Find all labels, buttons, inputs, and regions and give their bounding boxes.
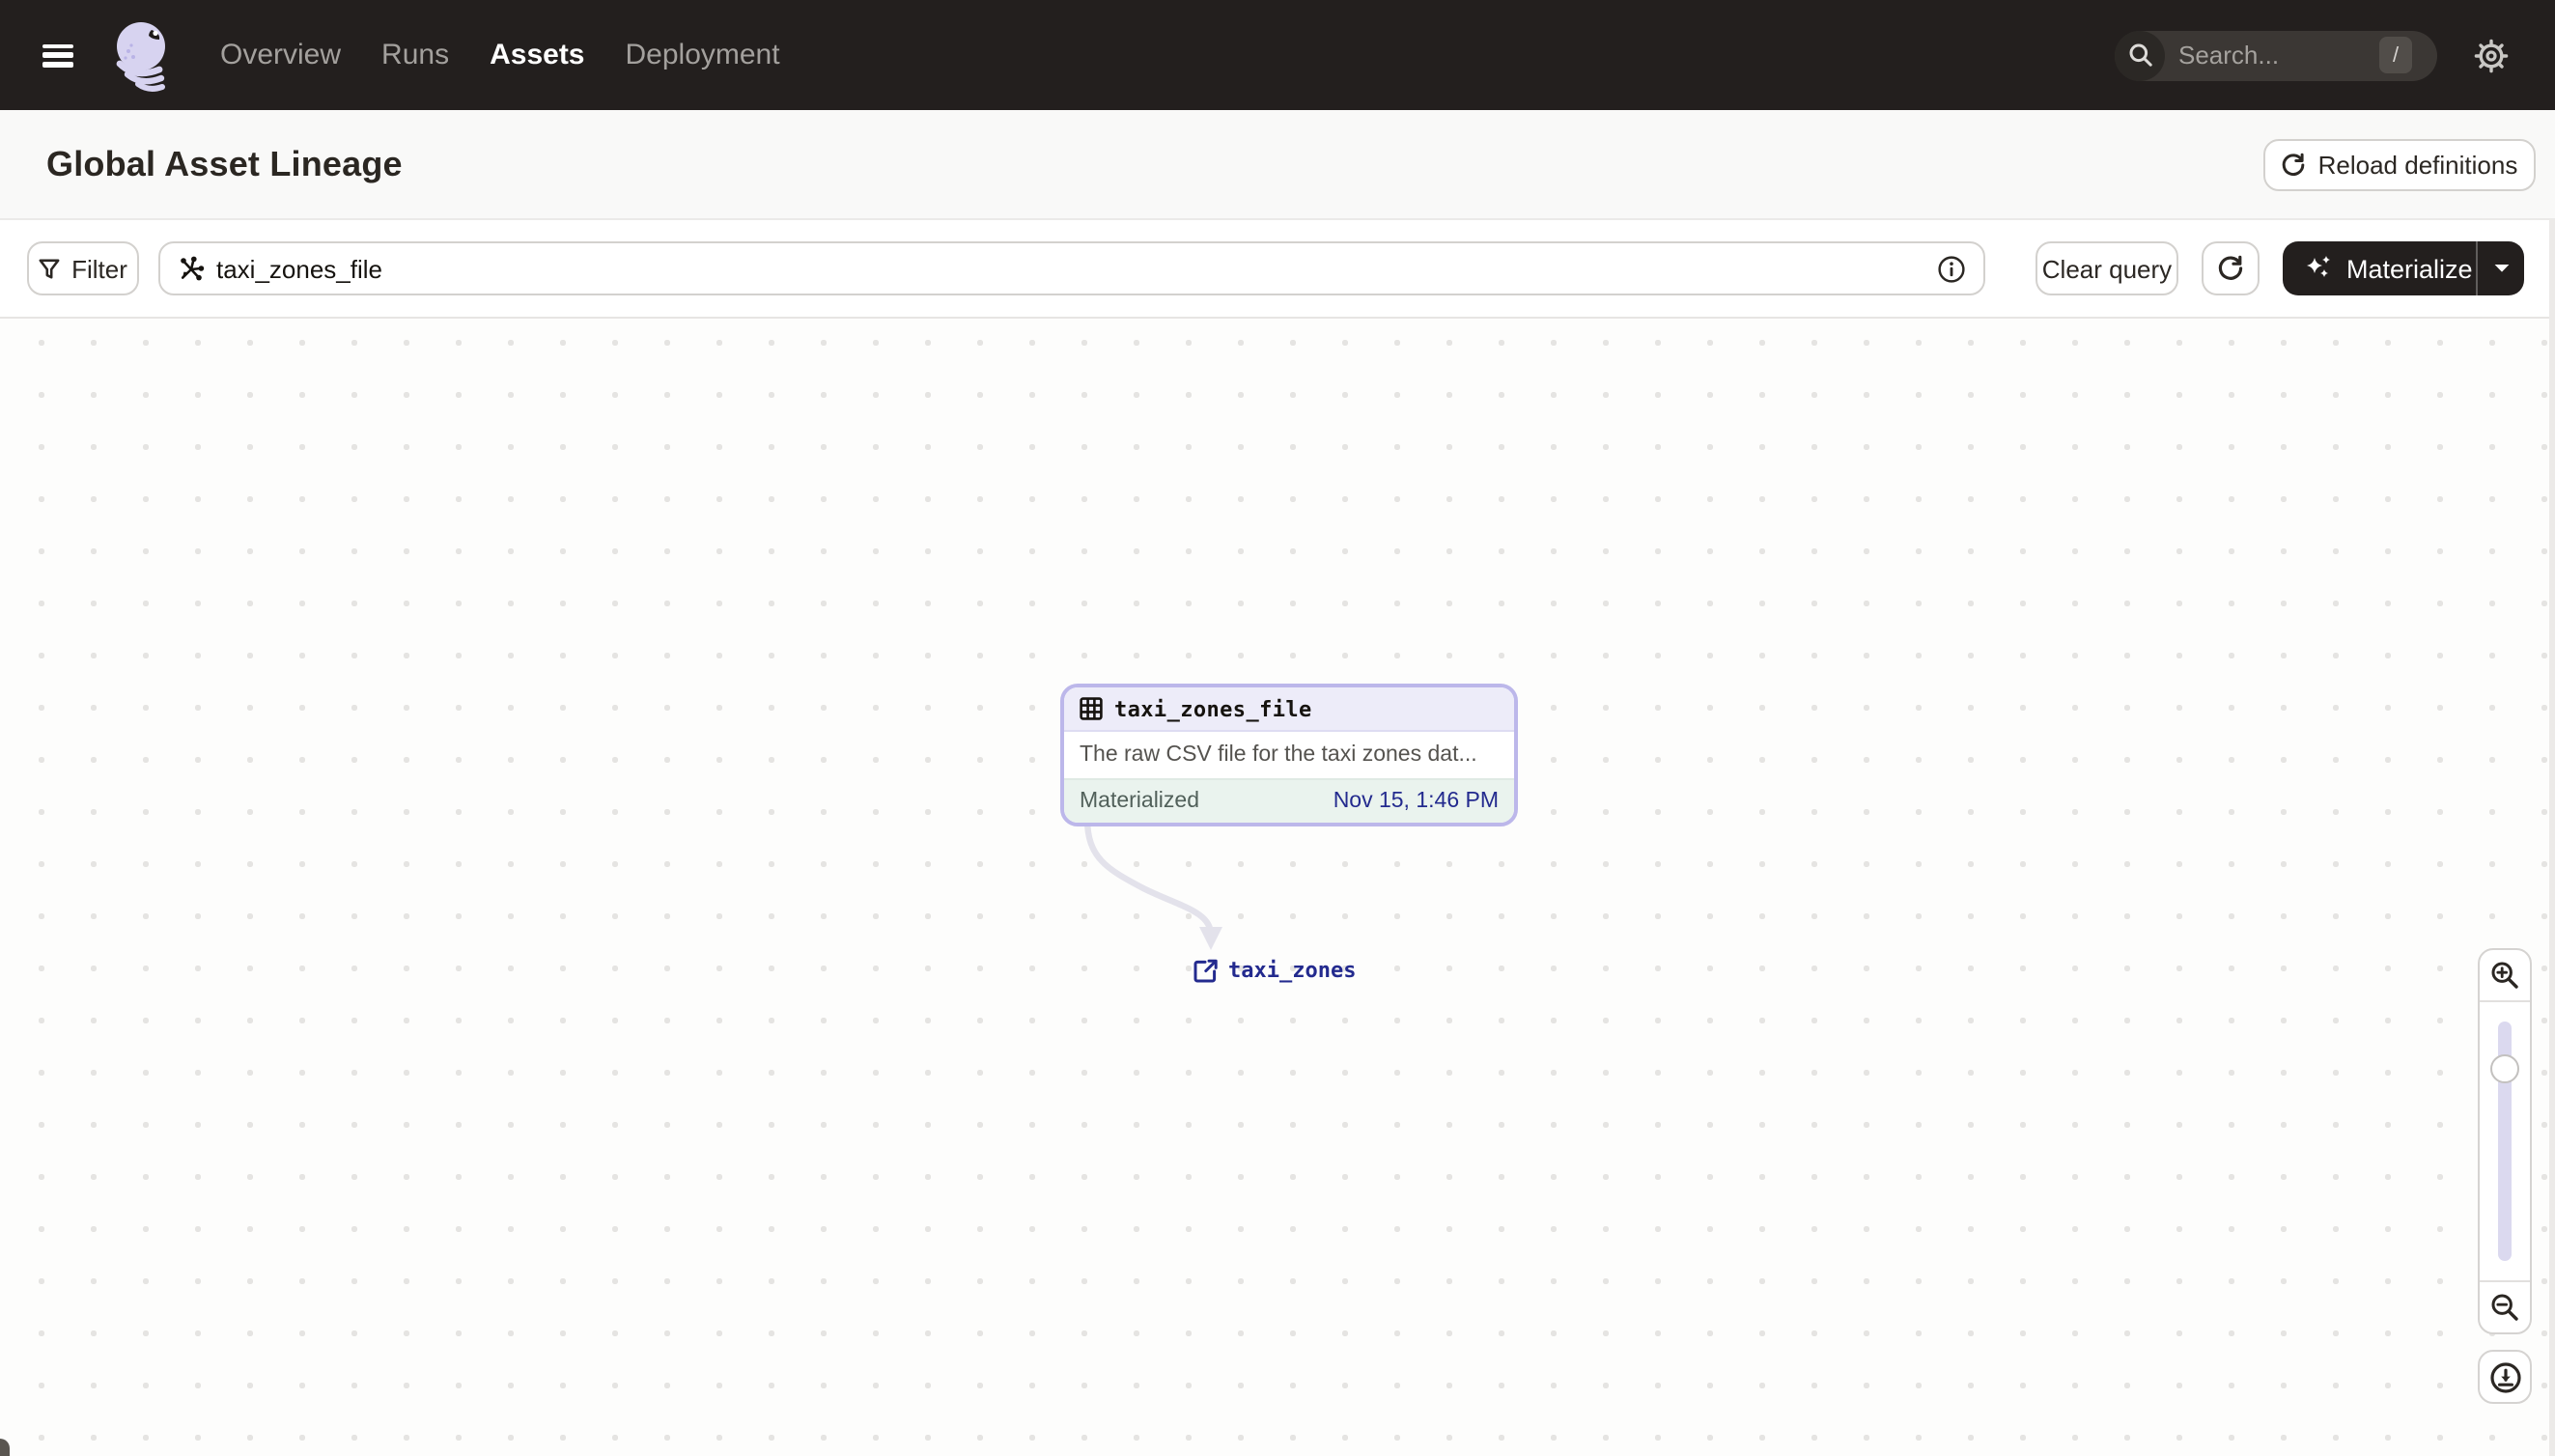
zoom-controls: [2478, 948, 2532, 1334]
op-selector-icon: [181, 256, 205, 281]
zoom-in-icon: [2491, 962, 2518, 989]
filter-button[interactable]: Filter: [27, 241, 139, 295]
zoom-slider[interactable]: [2480, 1002, 2530, 1280]
global-search-input[interactable]: Search... /: [2115, 30, 2437, 80]
asset-node-header: taxi_zones_file: [1064, 687, 1514, 732]
asset-node-status-row: Materialized Nov 15, 1:46 PM: [1064, 778, 1514, 823]
lineage-graph-canvas[interactable]: taxi_zones_file The raw CSV file for the…: [0, 321, 2555, 1456]
refresh-icon: [2218, 255, 2243, 280]
zoom-in-button[interactable]: [2480, 950, 2530, 1002]
search-icon: [2115, 30, 2165, 80]
search-shortcut-badge: /: [2379, 37, 2412, 73]
clear-query-button[interactable]: Clear query: [2036, 241, 2178, 295]
info-icon[interactable]: [1937, 254, 1966, 283]
zoom-slider-handle[interactable]: [2490, 1054, 2519, 1083]
nav-tab-overview[interactable]: Overview: [220, 39, 341, 71]
asset-selection-value: taxi_zones_file: [216, 254, 382, 283]
nav-tabs: Overview Runs Assets Deployment: [220, 39, 780, 71]
download-icon: [2489, 1361, 2520, 1392]
nav-right: Search... /: [2115, 30, 2513, 80]
caret-down-icon: [2493, 265, 2509, 272]
download-image-button[interactable]: [2478, 1350, 2532, 1404]
external-link-icon: [1193, 959, 1218, 983]
hamburger-menu-icon[interactable]: [42, 43, 73, 67]
refresh-icon: [2283, 152, 2305, 176]
asset-node-taxi-zones-file[interactable]: taxi_zones_file The raw CSV file for the…: [1060, 684, 1518, 826]
asset-node-taxi-zones-link[interactable]: taxi_zones: [1193, 958, 1356, 983]
top-nav: Overview Runs Assets Deployment Search..…: [0, 0, 2555, 110]
materialize-dropdown-button[interactable]: [2478, 241, 2524, 295]
reload-definitions-button[interactable]: Reload definitions: [2263, 138, 2536, 190]
table-icon: [1080, 697, 1103, 720]
materialize-button[interactable]: Materialize: [2283, 241, 2476, 295]
gear-icon[interactable]: [2470, 34, 2513, 76]
funnel-icon: [39, 258, 60, 278]
page-title: Global Asset Lineage: [46, 144, 403, 182]
sparkles-icon: [2307, 256, 2330, 277]
filter-label: Filter: [71, 254, 127, 283]
vertical-scrollbar[interactable]: [2549, 220, 2555, 1456]
materialized-timestamp: Nov 15, 1:46 PM: [1333, 790, 1499, 813]
materialized-status-label: Materialized: [1080, 790, 1199, 813]
clear-query-label: Clear query: [2041, 254, 2173, 283]
dagster-octopus-icon: [116, 21, 165, 91]
refresh-graph-button[interactable]: [2202, 241, 2260, 295]
asset-selection-input[interactable]: taxi_zones_file: [158, 241, 1985, 295]
dagster-logo[interactable]: [104, 16, 178, 94]
zoom-out-icon: [2491, 1294, 2518, 1321]
materialize-button-group: Materialize: [2283, 241, 2524, 295]
search-placeholder: Search...: [2178, 41, 2280, 70]
reload-definitions-label: Reload definitions: [2317, 150, 2518, 179]
materialize-label: Materialize: [2346, 254, 2473, 283]
nav-tab-deployment[interactable]: Deployment: [626, 39, 780, 71]
lineage-toolbar: Filter taxi_zones_file Clear query Mater…: [0, 220, 2555, 319]
asset-node-description: The raw CSV file for the taxi zones dat.…: [1064, 732, 1514, 778]
page-header: Global Asset Lineage Reload definitions: [0, 110, 2555, 220]
nav-tab-runs[interactable]: Runs: [381, 39, 449, 71]
downstream-node-label: taxi_zones: [1228, 958, 1357, 983]
dagster-app: Overview Runs Assets Deployment Search..…: [0, 0, 2555, 1456]
zoom-out-button[interactable]: [2480, 1280, 2530, 1332]
asset-node-title: taxi_zones_file: [1114, 696, 1312, 721]
nav-tab-assets[interactable]: Assets: [490, 39, 584, 71]
